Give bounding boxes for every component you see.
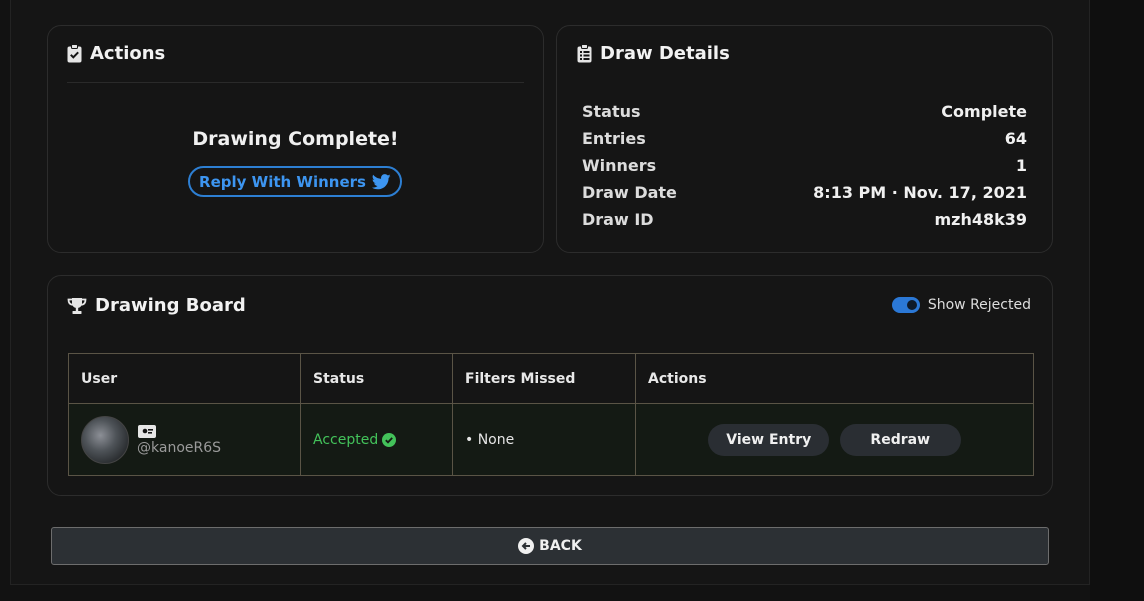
status-cell: Accepted (300, 403, 453, 476)
detail-value: 8:13 PM · Nov. 17, 2021 (813, 183, 1027, 202)
back-button[interactable]: BACK (51, 527, 1049, 565)
actions-card-title: Actions (90, 43, 166, 64)
redraw-button[interactable]: Redraw (839, 423, 961, 456)
show-rejected-control: Show Rejected (891, 297, 1031, 313)
column-header-actions: Actions (635, 353, 1034, 404)
drawing-board-card: Drawing Board Show Rejected User Status … (47, 275, 1053, 496)
drawing-board-title: Drawing Board (95, 295, 246, 316)
table-header-row: User Status Filters Missed Actions (68, 353, 1034, 404)
status-text: Accepted (313, 431, 379, 448)
page-margin (1090, 0, 1144, 601)
twitter-icon (371, 173, 391, 190)
avatar[interactable] (81, 415, 129, 464)
table-row: @kanoeR6S Accepted • None View Entry Red… (68, 403, 1034, 476)
detail-row-status: Status Complete (582, 102, 1027, 121)
badge-icon (137, 424, 221, 439)
drawing-board-header: Drawing Board (67, 295, 246, 316)
detail-value: 1 (1015, 156, 1027, 175)
filters-missed-cell: • None (452, 403, 636, 476)
detail-label: Entries (582, 129, 646, 148)
detail-row-draw-id: Draw ID mzh48k39 (582, 210, 1027, 229)
user-handle[interactable]: @kanoeR6S (137, 440, 221, 456)
arrow-circle-left-icon (518, 538, 535, 554)
check-circle-icon (382, 432, 397, 447)
actions-card-header: Actions (67, 43, 165, 64)
view-entry-button[interactable]: View Entry (708, 423, 830, 456)
detail-row-entries: Entries 64 (582, 129, 1027, 148)
drawing-board-table: User Status Filters Missed Actions @kano… (68, 353, 1034, 476)
drawing-complete-text: Drawing Complete! (192, 128, 399, 150)
detail-value: 64 (1004, 129, 1027, 148)
column-header-filters-missed: Filters Missed (452, 353, 636, 404)
clipboard-list-icon (577, 44, 592, 63)
actions-divider (67, 82, 524, 83)
detail-value: Complete (941, 102, 1027, 121)
detail-label: Draw ID (582, 210, 654, 229)
detail-label: Winners (582, 156, 657, 175)
detail-label: Status (582, 102, 641, 121)
show-rejected-toggle[interactable] (891, 297, 920, 313)
detail-row-winners: Winners 1 (582, 156, 1027, 175)
draw-details-header: Draw Details (577, 43, 730, 64)
actions-card: Actions Drawing Complete! Reply With Win… (47, 25, 544, 253)
detail-row-draw-date: Draw Date 8:13 PM · Nov. 17, 2021 (582, 183, 1027, 202)
trophy-icon (67, 297, 87, 315)
clipboard-check-icon (67, 44, 82, 63)
detail-label: Draw Date (582, 183, 677, 202)
column-header-status: Status (300, 353, 453, 404)
user-cell: @kanoeR6S (68, 403, 301, 476)
draw-details-card: Draw Details Status Complete Entries 64 … (556, 25, 1053, 253)
column-header-user: User (68, 353, 301, 404)
reply-with-winners-button[interactable]: Reply With Winners (188, 166, 402, 197)
draw-details-title: Draw Details (600, 43, 730, 64)
reply-with-winners-label: Reply With Winners (199, 172, 366, 191)
back-label: BACK (539, 538, 582, 554)
actions-cell: View Entry Redraw (635, 403, 1034, 476)
detail-value: mzh48k39 (934, 210, 1027, 229)
show-rejected-label: Show Rejected (927, 297, 1031, 313)
